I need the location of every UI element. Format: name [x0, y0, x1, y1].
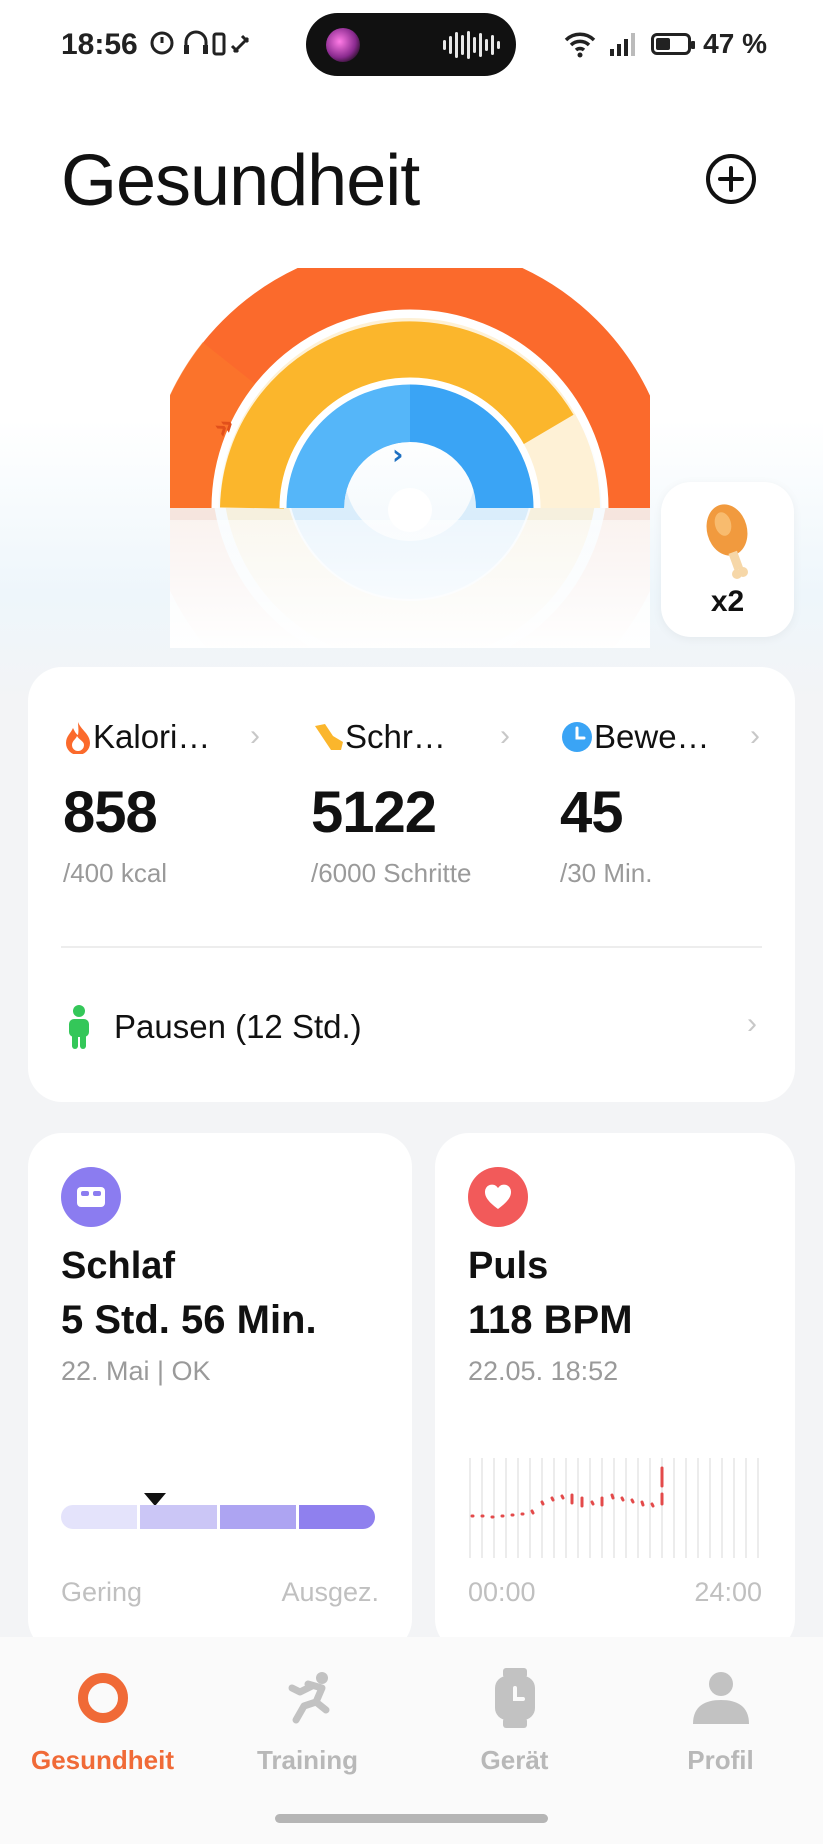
sleep-bar-segment [140, 1505, 217, 1529]
pulse-title: Puls [468, 1245, 549, 1287]
sleep-value: 5 Std. 56 Min. [61, 1298, 317, 1342]
moves-metric[interactable]: Bewe… 45 /30 Min. [560, 717, 780, 889]
steps-metric[interactable]: Schr… 5122 /6000 Schritte [311, 717, 531, 889]
nav-label-geraet: Gerät [480, 1745, 549, 1775]
sleep-bar-segment [219, 1505, 296, 1529]
clock-icon [562, 722, 592, 752]
wifi-icon [564, 32, 596, 58]
plus-icon [718, 166, 744, 192]
flame-icon [66, 722, 90, 754]
sleep-high-label: Ausgez. [281, 1577, 379, 1607]
status-notification-icons [148, 28, 253, 65]
battery-percentage: 47 % [703, 28, 767, 59]
calories-label: Kalori… [93, 718, 211, 755]
steps-value: 5122 [311, 780, 437, 845]
health-ring-icon [77, 1673, 128, 1723]
steps-label: Schr… [345, 718, 446, 755]
bottom-navigation: Gesundheit Training Gerät Profil [0, 1637, 823, 1844]
pause-row[interactable]: Pausen (12 Std.) › [66, 997, 757, 1057]
sleep-bar-segment [61, 1505, 138, 1529]
media-artwork-icon [326, 28, 360, 62]
nav-item-training[interactable]: Training [205, 1665, 410, 1776]
watch-icon [494, 1668, 535, 1728]
nav-item-gesundheit[interactable]: Gesundheit [0, 1665, 205, 1776]
sleep-low-label: Gering [61, 1577, 143, 1607]
nav-label-training: Training [256, 1745, 359, 1775]
bed-icon [61, 1167, 121, 1227]
alarm-headphones-icons [150, 30, 250, 56]
person-icon [692, 1672, 749, 1724]
sleep-date: 22. Mai | OK [61, 1356, 211, 1386]
reward-count: x2 [710, 585, 745, 618]
page-title: Gesundheit [61, 141, 420, 221]
chevron-right-icon: › [747, 1007, 757, 1040]
status-bar: 18:56 47 % [0, 0, 823, 90]
sleep-card[interactable]: Schlaf 5 Std. 56 Min. 22. Mai | OK Gerin… [28, 1133, 412, 1653]
home-indicator[interactable] [275, 1814, 548, 1823]
running-icon [288, 1672, 329, 1724]
pulse-end-label: 24:00 [694, 1577, 762, 1607]
battery-icon [651, 33, 696, 55]
pause-label: Pausen (12 Std.) [114, 1008, 362, 1045]
moves-label: Bewe… [594, 718, 710, 755]
pulse-sparkline [469, 1458, 759, 1558]
shoe-icon [315, 724, 343, 750]
chevron-right-icon: › [500, 719, 510, 752]
calories-goal: /400 kcal [63, 858, 168, 888]
standing-person-icon [69, 1005, 89, 1049]
reward-card[interactable]: x2 [661, 482, 794, 637]
status-right: 47 % [563, 28, 767, 60]
steps-goal: /6000 Schritte [311, 858, 472, 888]
pulse-value: 118 BPM [468, 1298, 633, 1342]
chevron-right-icon: › [750, 719, 760, 752]
pulse-card[interactable]: Puls 118 BPM 22.05. 18:52 00:00 24:00 [435, 1133, 795, 1653]
activity-rings[interactable]: » › [170, 268, 650, 648]
drumstick-icon [706, 504, 748, 579]
moves-goal: /30 Min. [560, 858, 653, 888]
nav-item-profil[interactable]: Profil [618, 1665, 823, 1776]
nav-item-geraet[interactable]: Gerät [412, 1665, 617, 1776]
add-button[interactable] [706, 154, 756, 204]
audio-wave-icon [443, 31, 500, 59]
status-time: 18:56 [61, 28, 138, 61]
pulse-start-label: 00:00 [468, 1577, 536, 1607]
sleep-quality-bar [61, 1505, 375, 1529]
dynamic-island [306, 13, 516, 76]
heart-icon [468, 1167, 528, 1227]
sleep-bar-segment [298, 1505, 375, 1529]
nav-label-gesundheit: Gesundheit [30, 1745, 174, 1775]
pulse-timestamp: 22.05. 18:52 [468, 1356, 619, 1386]
moves-value: 45 [560, 780, 624, 845]
signal-icon [610, 33, 636, 56]
chevron-right-icon: › [250, 719, 260, 752]
calories-value: 858 [63, 780, 158, 845]
nav-label-profil: Profil [687, 1745, 754, 1775]
divider [61, 946, 762, 948]
activity-summary-card[interactable]: Kalori… 858 /400 kcal › Schr… 5122 /6000… [28, 667, 795, 1102]
sleep-title: Schlaf [61, 1245, 176, 1287]
svg-text:›: › [392, 438, 404, 471]
